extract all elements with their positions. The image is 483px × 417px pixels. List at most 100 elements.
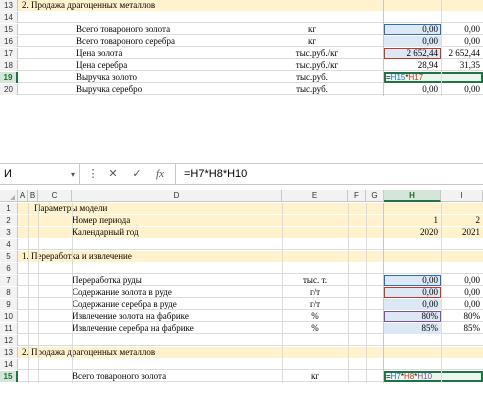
row-header[interactable]: 18 — [0, 60, 18, 71]
unit-cell[interactable]: тыс.руб./кг — [282, 48, 352, 59]
row-header[interactable]: 13 — [0, 0, 18, 11]
label-cell[interactable]: Содержание золота в руде — [72, 287, 272, 298]
row-header[interactable]: 15 — [0, 24, 18, 35]
row-header[interactable]: 5 — [0, 251, 18, 262]
active-cell-editor-h19[interactable]: =H15*H17 — [384, 72, 483, 83]
label-cell[interactable]: Выручка серебро — [76, 84, 276, 95]
unit-cell[interactable]: г/т — [282, 287, 348, 298]
row-header[interactable]: 12 — [0, 335, 18, 346]
label-cell[interactable]: Цена золота — [76, 48, 276, 59]
value-cell-h15[interactable]: 0,00 — [384, 24, 441, 35]
column-header-c[interactable]: C — [38, 190, 72, 202]
row-header[interactable]: 4 — [0, 239, 18, 250]
value-cell-h8[interactable]: 0,00 — [384, 287, 441, 298]
label-cell[interactable]: Содержание серебра в руде — [72, 299, 272, 310]
label-cell[interactable]: Всего товароного золота — [72, 371, 272, 382]
unit-cell[interactable]: тыс.руб./кг — [282, 60, 352, 71]
column-header-e[interactable]: E — [282, 190, 348, 202]
label-cell[interactable]: Переработка руды — [72, 275, 272, 286]
label-cell[interactable]: Выручка золото — [76, 72, 276, 83]
value-cell-i11[interactable]: 85% — [441, 323, 483, 334]
label-cell[interactable]: Всего товароного золота — [76, 24, 276, 35]
column-header-b[interactable]: B — [28, 190, 38, 202]
row-header[interactable]: 1 — [0, 203, 18, 214]
select-all-button[interactable] — [0, 190, 18, 202]
value-cell-h17[interactable]: 2 652,44 — [384, 48, 441, 59]
unit-cell[interactable]: тыс.руб. — [282, 72, 342, 83]
cancel-icon[interactable]: ✕ — [104, 164, 122, 185]
section-title[interactable]: 1. Переработка и извлечение — [22, 251, 322, 262]
section-title[interactable]: 2. Продажа драгоценных металлов — [22, 347, 322, 358]
parameters-title[interactable]: Параметры модели — [34, 203, 274, 214]
row-13: 13 2. Продажа драгоценных металлов — [0, 0, 483, 11]
row-header[interactable]: 9 — [0, 299, 18, 310]
unit-cell[interactable]: тыс. т. — [282, 275, 348, 286]
gridline — [383, 0, 384, 96]
value-cell-i16[interactable]: 0,00 — [441, 36, 483, 47]
row-16: 16 Всего товароного серебра кг 0,00 0,00 — [0, 36, 483, 47]
value-cell-i17[interactable]: 2 652,44 — [441, 48, 483, 59]
more-options-icon[interactable]: ⋮ — [84, 164, 102, 185]
label-cell[interactable]: Всего товароного серебра — [76, 36, 276, 47]
row-header[interactable]: 2 — [0, 215, 18, 226]
label-cell[interactable]: Извлечение золота на фабрике — [72, 311, 282, 322]
column-header-a[interactable]: A — [18, 190, 28, 202]
label-cell[interactable]: Номер периода — [72, 215, 272, 226]
value-cell-h18[interactable]: 28,94 — [384, 60, 441, 71]
unit-cell[interactable]: тыс.руб. — [282, 84, 342, 95]
enter-icon[interactable]: ✓ — [128, 164, 146, 185]
value-cell-i18[interactable]: 31,35 — [441, 60, 483, 71]
row-header[interactable]: 20 — [0, 84, 18, 95]
period-cell-h2[interactable]: 1 — [384, 215, 441, 226]
chevron-down-icon[interactable]: ▾ — [68, 164, 78, 185]
column-header-d[interactable]: D — [72, 190, 282, 202]
row-header[interactable]: 8 — [0, 287, 18, 298]
label-cell[interactable]: Календарный год — [72, 227, 272, 238]
row-header[interactable]: 16 — [0, 36, 18, 47]
row-header[interactable]: 14 — [0, 12, 18, 23]
row-header[interactable]: 6 — [0, 263, 18, 274]
active-cell-editor-h15[interactable]: =H7*H8*H10 — [384, 371, 483, 382]
value-cell-i8[interactable]: 0,00 — [441, 287, 483, 298]
value-cell-i7[interactable]: 0,00 — [441, 275, 483, 286]
label-cell[interactable]: Извлечение серебра на фабрике — [72, 323, 282, 334]
row-header[interactable]: 7 — [0, 275, 18, 286]
value-cell-i15[interactable]: 0,00 — [441, 24, 483, 35]
column-header-h[interactable]: H — [384, 190, 441, 202]
value-cell-h16[interactable]: 0,00 — [384, 36, 441, 47]
period-cell-i2[interactable]: 2 — [441, 215, 483, 226]
row-header-selected[interactable]: 15 — [0, 371, 18, 382]
row-header[interactable]: 3 — [0, 227, 18, 238]
column-header-i[interactable]: I — [441, 190, 483, 202]
unit-cell[interactable]: кг — [282, 36, 342, 47]
formula-ref: H7 — [390, 372, 401, 381]
value-cell-i20[interactable]: 0,00 — [441, 84, 483, 95]
value-cell-h10[interactable]: 80% — [384, 311, 441, 322]
value-cell-i9[interactable]: 0,00 — [441, 299, 483, 310]
row-17: 17 Цена золота тыс.руб./кг 2 652,44 2 65… — [0, 48, 483, 59]
value-cell-h7[interactable]: 0,00 — [384, 275, 441, 286]
unit-cell[interactable]: % — [282, 311, 348, 322]
unit-cell[interactable]: кг — [282, 371, 348, 382]
row-header-selected[interactable]: 19 — [0, 72, 18, 83]
row-header[interactable]: 14 — [0, 359, 18, 370]
value-cell-h20[interactable]: 0,00 — [384, 84, 441, 95]
unit-cell[interactable]: г/т — [282, 299, 348, 310]
section-title[interactable]: 2. Продажа драгоценных металлов — [22, 0, 322, 11]
value-cell-h9[interactable]: 0,00 — [384, 299, 441, 310]
year-cell-i3[interactable]: 2021 — [441, 227, 483, 238]
column-header-f[interactable]: F — [348, 190, 366, 202]
label-cell[interactable]: Цена серебра — [76, 60, 276, 71]
column-header-g[interactable]: G — [366, 190, 384, 202]
row-header[interactable]: 13 — [0, 347, 18, 358]
row-header[interactable]: 10 — [0, 311, 18, 322]
value-cell-h11[interactable]: 85% — [384, 323, 441, 334]
row-header[interactable]: 17 — [0, 48, 18, 59]
value-cell-i10[interactable]: 80% — [441, 311, 483, 322]
year-cell-h3[interactable]: 2020 — [384, 227, 441, 238]
unit-cell[interactable]: % — [282, 323, 348, 334]
row-header[interactable]: 11 — [0, 323, 18, 334]
unit-cell[interactable]: кг — [282, 24, 342, 35]
formula-input[interactable]: =H7*H8*H10 — [175, 164, 483, 185]
fx-icon[interactable]: fx — [151, 164, 169, 185]
